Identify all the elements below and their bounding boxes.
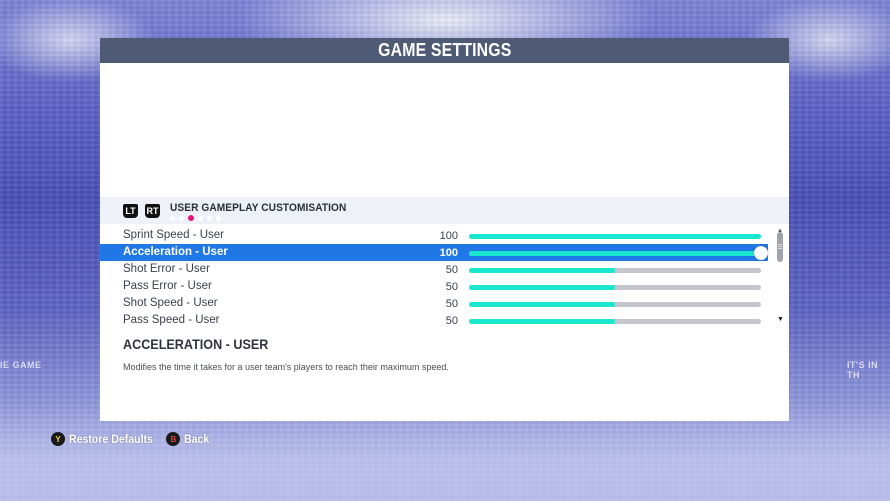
setting-value: 50: [445, 298, 458, 310]
setting-row[interactable]: Shot Speed - User 50: [100, 295, 768, 312]
back-button[interactable]: B Back: [166, 432, 213, 446]
setting-slider[interactable]: [469, 234, 761, 239]
setting-slider[interactable]: [469, 285, 761, 290]
b-button-icon: B: [166, 432, 181, 446]
page-dot: [179, 216, 184, 221]
setting-row[interactable]: Shot Error - User 50: [100, 261, 768, 278]
setting-label: Sprint Speed - User: [123, 229, 224, 241]
slider-fill: [469, 234, 761, 239]
page-dot: [170, 216, 175, 221]
lt-bumper-icon[interactable]: LT: [123, 204, 138, 218]
right-banner-text: IT'S IN TH: [847, 360, 879, 380]
slider-knob[interactable]: [754, 246, 768, 260]
scroll-thumb[interactable]: [777, 232, 783, 262]
restore-defaults-button[interactable]: Y Restore Defaults: [51, 432, 164, 446]
setting-label: Acceleration - User: [123, 246, 228, 258]
rt-bumper-icon[interactable]: RT: [145, 204, 160, 218]
setting-slider[interactable]: [469, 319, 761, 324]
setting-value: 50: [445, 264, 458, 276]
setting-label: Pass Error - User: [123, 280, 212, 292]
category-tab-label: USER GAMEPLAY CUSTOMISATION: [170, 202, 347, 214]
page-indicator: [170, 215, 221, 221]
setting-label: Shot Error - User: [123, 263, 210, 275]
setting-label: Pass Speed - User: [123, 314, 220, 326]
slider-fill: [469, 251, 761, 256]
page-dot: [216, 216, 221, 221]
category-tab-bar: LT RT USER GAMEPLAY CUSTOMISATION: [100, 197, 789, 224]
slider-fill: [469, 302, 615, 307]
scroll-grip-line: [778, 248, 782, 249]
scrollbar[interactable]: ▲ ▼: [776, 228, 784, 328]
back-label: Back: [184, 432, 210, 446]
footer-controls: Y Restore Defaults B Back: [51, 430, 213, 448]
setting-slider[interactable]: [469, 246, 768, 260]
slider-fill: [469, 319, 615, 324]
page-dot: [198, 216, 203, 221]
setting-label: Shot Speed - User: [123, 297, 218, 309]
y-button-icon: Y: [51, 432, 65, 446]
setting-row[interactable]: Sprint Speed - User 100: [100, 227, 768, 244]
slider-fill: [469, 268, 615, 273]
slider-fill: [469, 285, 615, 290]
setting-value: 100: [439, 247, 458, 259]
setting-row[interactable]: Acceleration - User 100: [100, 244, 768, 261]
page-dot-active: [188, 215, 194, 221]
setting-value: 50: [445, 281, 458, 293]
setting-value: 50: [445, 315, 458, 327]
scroll-grip-line: [778, 246, 782, 247]
scroll-grip-line: [778, 244, 782, 245]
settings-list: Sprint Speed - User 100 Acceleration - Use…: [100, 227, 789, 329]
scroll-down-icon[interactable]: ▼: [777, 316, 784, 323]
panel-header: GAME SETTINGS: [100, 38, 789, 63]
description-title: ACCELERATION - USER: [123, 336, 269, 352]
restore-defaults-label: Restore Defaults: [69, 432, 153, 446]
setting-value: 100: [439, 230, 458, 242]
setting-row[interactable]: Pass Error - User 50: [100, 278, 768, 295]
setting-slider[interactable]: [469, 268, 761, 273]
page-dot: [207, 216, 212, 221]
setting-row[interactable]: Pass Speed - User 50: [100, 312, 768, 329]
description-text: Modifies the time it takes for a user te…: [123, 362, 449, 372]
left-banner-text: IE GAME: [0, 360, 42, 370]
panel-title: GAME SETTINGS: [377, 40, 512, 60]
game-settings-panel: GAME SETTINGS LT RT USER GAMEPLAY CUSTOM…: [100, 38, 789, 421]
setting-slider[interactable]: [469, 302, 761, 307]
